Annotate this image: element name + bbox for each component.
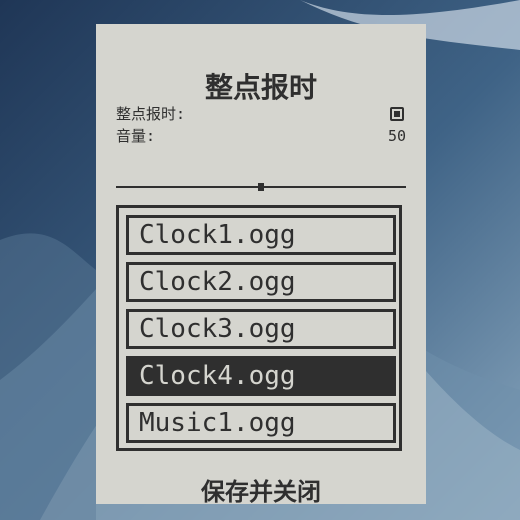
sound-file-item-4[interactable]: Clock4.ogg [126,356,396,396]
chime-setting-row: 整点报时: [116,104,406,124]
volume-setting-row: 音量: 50 [116,126,406,146]
sound-file-item-3[interactable]: Clock3.ogg [126,309,396,349]
volume-label: 音量: [116,127,156,145]
sound-file-item-2[interactable]: Clock2.ogg [126,262,396,302]
window-title: 整点报时 [204,71,317,104]
save-and-close-button[interactable]: 保存并关闭 [96,472,426,507]
chime-toggle[interactable] [390,107,404,121]
volume-slider[interactable] [116,183,406,191]
volume-value: 50 [387,127,406,145]
sound-file-item-5[interactable]: Music1.ogg [126,403,396,443]
chime-label: 整点报时: [116,105,186,123]
chime-settings-window: 整点报时 整点报时: 音量: 50 Clock1.ogg Clock2.ogg … [96,24,426,507]
sound-file-item-1[interactable]: Clock1.ogg [126,215,396,255]
volume-slider-knob[interactable] [258,183,264,191]
